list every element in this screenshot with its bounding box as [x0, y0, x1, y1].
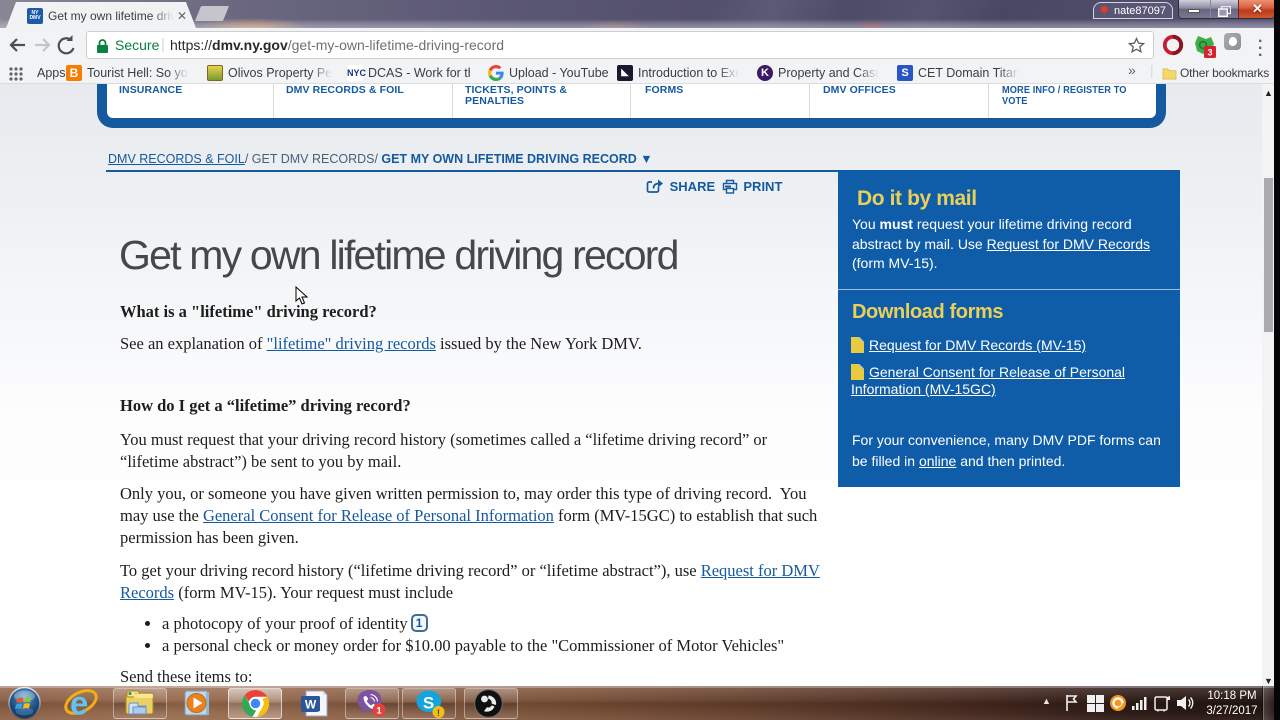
svg-text:3: 3 [1207, 48, 1212, 58]
svg-text:S: S [423, 694, 434, 713]
svg-text:e: e [70, 687, 88, 719]
svg-text:1: 1 [376, 706, 382, 717]
svg-text:!: ! [437, 708, 440, 719]
svg-text:W: W [305, 698, 317, 712]
